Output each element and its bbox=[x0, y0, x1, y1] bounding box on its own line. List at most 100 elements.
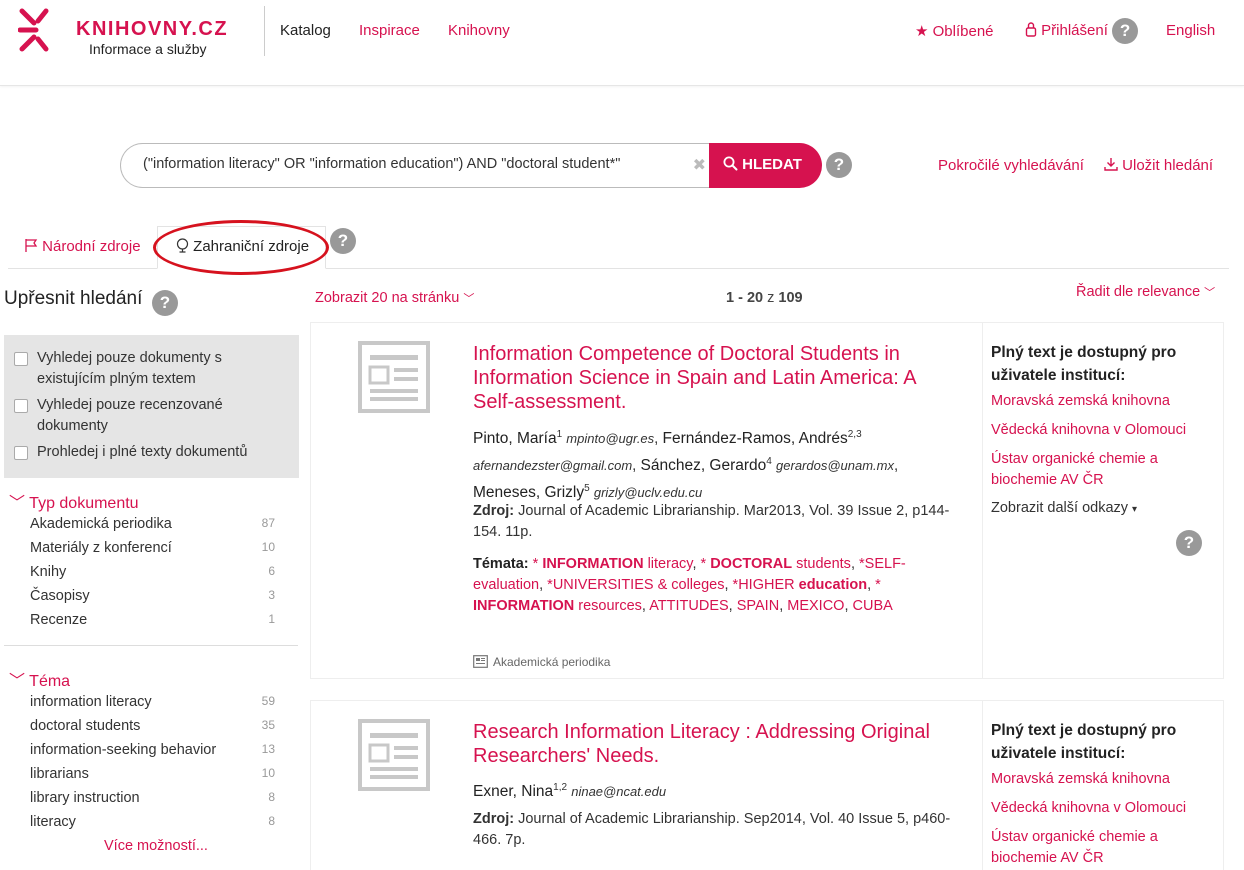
search-button[interactable]: HLEDAT bbox=[709, 143, 822, 188]
clear-icon[interactable]: ✖ bbox=[693, 155, 706, 175]
refine-search-title: Upřesnit hledání bbox=[4, 288, 143, 309]
facet-item[interactable]: information-seeking behavior 13 bbox=[30, 742, 275, 758]
facet-item-count: 8 bbox=[268, 814, 275, 828]
author-email: ninae@ncat.edu bbox=[571, 784, 667, 799]
search-help-icon[interactable]: ? bbox=[826, 152, 852, 178]
search-input[interactable]: ("information literacy" OR "information … bbox=[120, 143, 720, 188]
fulltext-link-mzk[interactable]: Moravská zemská knihovna bbox=[991, 769, 1216, 790]
lock-icon bbox=[1025, 22, 1037, 37]
fulltext-link-mzk[interactable]: Moravská zemská knihovna bbox=[991, 391, 1216, 412]
per-page-dropdown[interactable]: Zobrazit 20 na stránku ﹀ bbox=[315, 290, 474, 306]
filter-fulltext-only[interactable]: Vyhledej pouze dokumenty s existujícím p… bbox=[14, 348, 284, 390]
author-email: afernandezster@gmail.com bbox=[473, 458, 633, 473]
facet-topic-toggle[interactable]: ﹀ Téma bbox=[9, 667, 70, 691]
result-authors: Pinto, María1 mpinto@ugr.es, Fernández-R… bbox=[473, 429, 899, 501]
chevron-down-icon: ﹀ bbox=[1204, 287, 1216, 299]
fulltext-link-olomouc[interactable]: Vědecká knihovna v Olomouci bbox=[991, 420, 1216, 441]
facet-item-count: 35 bbox=[261, 718, 275, 732]
language-switch[interactable]: English bbox=[1166, 22, 1215, 39]
sort-dropdown[interactable]: Řadit dle relevance ﹀ bbox=[1076, 284, 1215, 300]
author-link[interactable]: Fernández-Ramos, Andrés bbox=[663, 430, 848, 447]
search-query-text: ("information literacy" OR "information … bbox=[143, 156, 621, 172]
filter-search-fulltext[interactable]: Prohledej i plné texty dokumentů bbox=[14, 442, 284, 463]
filter-fulltext-checkbox[interactable] bbox=[14, 352, 28, 366]
facet-item[interactable]: library instruction 8 bbox=[30, 790, 275, 806]
more-options-link[interactable]: Více možností... bbox=[104, 838, 208, 854]
topic-link[interactable]: * DOCTORAL students bbox=[701, 556, 851, 572]
caret-down-icon: ▾ bbox=[1132, 504, 1138, 515]
result-title[interactable]: Information Competence of Doctoral Stude… bbox=[473, 342, 953, 414]
facet-item[interactable]: librarians 10 bbox=[30, 766, 275, 782]
author-link[interactable]: Sánchez, Gerardo bbox=[641, 457, 767, 474]
fulltext-link-uochb[interactable]: Ústav organické chemie a biochemie AV ČR bbox=[991, 827, 1216, 869]
facet-item-label: Recenze bbox=[30, 612, 88, 628]
nav-knihovny[interactable]: Knihovny bbox=[448, 22, 510, 39]
author-link[interactable]: Pinto, María bbox=[473, 430, 557, 447]
facet-item-label: library instruction bbox=[30, 790, 140, 806]
topic-link[interactable]: MEXICO bbox=[787, 598, 844, 614]
result-topics: Témata: * INFORMATION literacy, * DOCTOR… bbox=[473, 556, 906, 614]
topic-link[interactable]: * INFORMATION literacy bbox=[533, 556, 693, 572]
document-thumbnail-icon[interactable] bbox=[358, 341, 430, 413]
knihovny-logo-icon[interactable] bbox=[18, 7, 64, 53]
facet-item[interactable]: Materiály z konferencí 10 bbox=[30, 540, 275, 556]
facet-document-type-toggle[interactable]: ﹀ Typ dokumentu bbox=[9, 489, 139, 513]
logo-text[interactable]: KNIHOVNY.CZ bbox=[76, 18, 228, 41]
facet-item[interactable]: doctoral students 35 bbox=[30, 718, 275, 734]
result-title[interactable]: Research Information Literacy : Addressi… bbox=[473, 720, 953, 768]
author-link[interactable]: Meneses, Grizly bbox=[473, 484, 584, 501]
result-authors: Exner, Nina1,2 ninae@ncat.edu bbox=[473, 776, 953, 803]
header-divider bbox=[264, 6, 265, 56]
download-icon bbox=[1104, 158, 1118, 171]
facet-item-count: 10 bbox=[261, 766, 275, 780]
favorites-link[interactable]: ★ Oblíbené bbox=[915, 22, 994, 40]
topic-link[interactable]: SPAIN bbox=[737, 598, 779, 614]
more-links-dropdown[interactable]: Zobrazit další odkazy ▾ bbox=[991, 500, 1137, 516]
facet-item[interactable]: Časopisy 3 bbox=[30, 588, 275, 604]
fulltext-availability-title: Plný text je dostupný pro uživatele inst… bbox=[991, 722, 1177, 762]
card-divider bbox=[982, 323, 983, 678]
source-label: Zdroj: bbox=[473, 503, 515, 519]
tab-national-sources[interactable]: Národní zdroje bbox=[24, 238, 141, 255]
chevron-down-icon: ﹀ bbox=[9, 673, 26, 690]
refine-help-icon[interactable]: ? bbox=[152, 290, 178, 316]
topic-link[interactable]: *UNIVERSITIES & colleges bbox=[547, 577, 724, 593]
result-range: 1 - 20 bbox=[726, 290, 764, 306]
tabs-help-icon[interactable]: ? bbox=[330, 228, 356, 254]
fulltext-link-uochb[interactable]: Ústav organické chemie a biochemie AV ČR bbox=[991, 449, 1216, 491]
logo-subtitle: Informace a služby bbox=[89, 41, 207, 57]
facet-item[interactable]: literacy 8 bbox=[30, 814, 275, 830]
facet-item[interactable]: information literacy 59 bbox=[30, 694, 275, 710]
save-search-link[interactable]: Uložit hledání bbox=[1104, 157, 1213, 174]
star-icon: ★ bbox=[915, 23, 929, 40]
filter-peer-reviewed[interactable]: Vyhledej pouze recenzované dokumenty bbox=[14, 395, 284, 437]
facet-item-label: Časopisy bbox=[30, 588, 90, 604]
author-email: mpinto@ugr.es bbox=[566, 431, 655, 446]
facet-item-label: doctoral students bbox=[30, 718, 141, 734]
filter-peer-reviewed-checkbox[interactable] bbox=[14, 399, 28, 413]
topic-link[interactable]: CUBA bbox=[853, 598, 893, 614]
facet-item[interactable]: Recenze 1 bbox=[30, 612, 275, 628]
author-link[interactable]: Exner, Nina bbox=[473, 783, 553, 800]
fulltext-link-olomouc[interactable]: Vědecká knihovna v Olomouci bbox=[991, 798, 1216, 819]
nav-katalog[interactable]: Katalog bbox=[280, 22, 331, 39]
result-doc-type: Akademická periodika bbox=[473, 655, 610, 669]
author-email: grizly@uclv.edu.cu bbox=[593, 485, 703, 500]
nav-inspirace[interactable]: Inspirace bbox=[359, 22, 420, 39]
journal-icon bbox=[473, 655, 488, 668]
result-source: Zdroj: Journal of Academic Librarianship… bbox=[473, 501, 963, 543]
facet-item[interactable]: Akademická periodika 87 bbox=[30, 516, 275, 532]
topic-link[interactable]: ATTITUDES bbox=[649, 598, 728, 614]
filter-search-fulltext-checkbox[interactable] bbox=[14, 446, 28, 460]
login-help-icon[interactable]: ? bbox=[1112, 18, 1139, 44]
fulltext-help-icon[interactable]: ? bbox=[1176, 530, 1202, 556]
facet-item[interactable]: Knihy 6 bbox=[30, 564, 275, 580]
document-thumbnail-icon[interactable] bbox=[358, 719, 430, 791]
facet-item-label: Akademická periodika bbox=[30, 516, 172, 532]
login-link[interactable]: Přihlášení ? bbox=[1025, 18, 1139, 44]
facet-item-count: 3 bbox=[268, 588, 275, 602]
topic-link[interactable]: *HIGHER education bbox=[733, 577, 868, 593]
facet-item-label: Materiály z konferencí bbox=[30, 540, 172, 556]
result-total: 109 bbox=[778, 290, 803, 306]
advanced-search-link[interactable]: Pokročilé vyhledávání bbox=[938, 157, 1084, 174]
